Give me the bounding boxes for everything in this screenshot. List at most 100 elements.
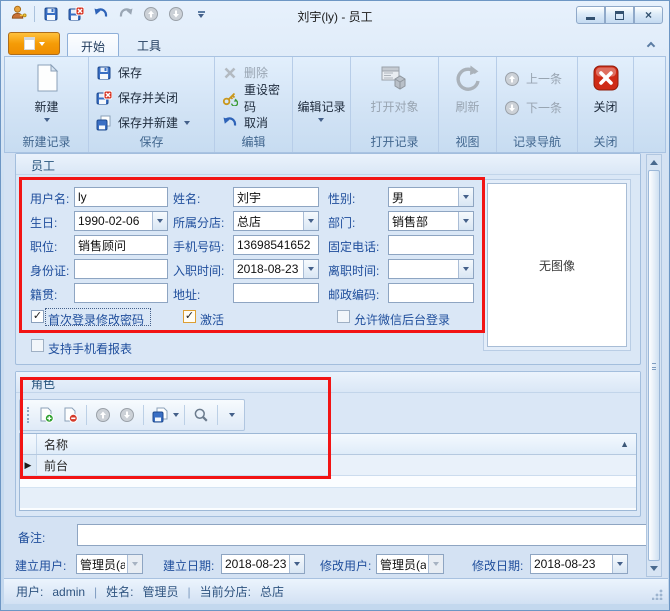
branch-dropdown-button[interactable] (303, 212, 318, 230)
tab-home-label: 开始 (81, 40, 105, 54)
application-menu-button[interactable] (8, 32, 60, 55)
save-close-icon (68, 6, 84, 22)
hiredate-dropdown-button[interactable] (303, 260, 318, 278)
close-button[interactable]: 关闭 (581, 57, 631, 115)
leavedate-combo (388, 259, 474, 279)
qat-customize-button[interactable] (190, 4, 212, 24)
save-and-new-button[interactable]: 保存并新建 (89, 110, 214, 135)
sort-ascending-icon[interactable]: ▲ (620, 439, 629, 449)
reset-password-button[interactable]: 重设密码 (215, 85, 292, 110)
idcard-input[interactable] (75, 260, 167, 278)
qat-next-button[interactable] (165, 4, 187, 24)
modify-date-dropdown-button[interactable] (612, 555, 627, 573)
tab-home[interactable]: 开始 (67, 33, 119, 56)
save-and-close-button[interactable]: 保存并关闭 (89, 85, 214, 110)
close-window-button[interactable]: × (634, 6, 663, 24)
toolbar-overflow-button[interactable] (223, 403, 240, 427)
column-header-name-label: 名称 (44, 436, 68, 453)
role-name-cell[interactable]: 前台 (37, 455, 636, 475)
roles-grid-row[interactable]: ▶ 前台 (20, 455, 636, 476)
address-input[interactable] (234, 284, 318, 302)
hiredate-combo (233, 259, 319, 279)
chevron-down-icon (463, 267, 469, 271)
edit-record-button[interactable]: 编辑记录 (296, 57, 347, 122)
postcode-input[interactable] (389, 284, 473, 302)
row-indicator-header (20, 434, 37, 454)
collapse-ribbon-button[interactable] (643, 37, 659, 51)
telephone-field-wrap (388, 235, 474, 255)
column-header-name[interactable]: 名称 ▲ (37, 434, 636, 454)
username-input[interactable] (75, 188, 167, 206)
toolbar-separator (184, 405, 185, 425)
new-button[interactable]: 新建 (9, 57, 84, 122)
remove-role-button[interactable] (59, 403, 81, 427)
native-place-input[interactable] (75, 284, 167, 302)
group-label-record-nav: 记录导航 (497, 133, 577, 150)
active-checkbox-label[interactable]: 激活 (200, 311, 224, 328)
qat-undo-button[interactable] (90, 4, 112, 24)
scroll-down-button[interactable] (647, 561, 661, 576)
qat-save-button[interactable] (40, 4, 62, 24)
check-icon: ✓ (33, 310, 42, 322)
move-down-button[interactable] (116, 403, 138, 427)
ribbon-group-edit: 删除 重设密码 取消 编辑 (215, 57, 293, 152)
mobile-report-checkbox-label[interactable]: 支持手机看报表 (48, 340, 132, 357)
remark-label: 备注: (18, 529, 45, 546)
leavedate-dropdown-button[interactable] (458, 260, 473, 278)
magnifier-icon (193, 407, 209, 423)
employee-photo-panel[interactable]: 无图像 (487, 183, 627, 347)
chevron-down-icon[interactable] (173, 413, 179, 417)
birthday-dropdown-button[interactable] (152, 212, 167, 230)
qat-previous-button[interactable] (140, 4, 162, 24)
resize-grip[interactable] (652, 589, 663, 600)
toolbar-grip[interactable] (27, 407, 30, 423)
create-user-dropdown-button[interactable] (127, 555, 142, 573)
qat-save-close-button[interactable] (65, 4, 87, 24)
modify-user-dropdown-button[interactable] (428, 555, 443, 573)
telephone-input[interactable] (389, 236, 473, 254)
export-button[interactable] (149, 403, 171, 427)
scroll-up-button[interactable] (647, 155, 661, 170)
roles-grid-header[interactable]: 名称 ▲ (20, 434, 636, 455)
app-button-small[interactable] (7, 4, 29, 24)
tab-tools[interactable]: 工具 (124, 33, 174, 56)
previous-record-button[interactable]: 上一条 (497, 66, 577, 91)
first-login-checkbox[interactable]: ✓ (31, 310, 44, 323)
department-dropdown-button[interactable] (458, 212, 473, 230)
create-date-dropdown-button[interactable] (289, 555, 304, 573)
chevron-down-icon (308, 219, 314, 223)
add-role-button[interactable] (35, 403, 57, 427)
status-separator: | (94, 585, 97, 599)
scrollbar-thumb[interactable] (648, 170, 660, 561)
move-up-button[interactable] (92, 403, 114, 427)
active-checkbox[interactable]: ✓ (183, 310, 196, 323)
refresh-button[interactable]: 刷新 (442, 57, 493, 115)
roles-grid: 名称 ▲ ▶ 前台 (19, 433, 637, 511)
refresh-label: 刷新 (455, 98, 479, 115)
qat-redo-button[interactable] (115, 4, 137, 24)
save-button[interactable]: 保存 (89, 60, 214, 85)
mobile-input[interactable] (234, 236, 318, 254)
search-role-button[interactable] (190, 403, 212, 427)
status-name-label: 姓名: (106, 583, 133, 600)
row-marker-icon: ▶ (25, 460, 32, 471)
open-object-button[interactable]: 打开对象 (355, 57, 433, 115)
maximize-button[interactable] (605, 6, 634, 24)
gender-dropdown-button[interactable] (458, 188, 473, 206)
position-label: 职位: (30, 238, 57, 255)
mobile-report-checkbox[interactable] (31, 339, 44, 352)
group-label-close: 关闭 (578, 133, 633, 150)
name-input[interactable] (234, 188, 318, 206)
remark-input[interactable] (78, 525, 658, 545)
first-login-checkbox-label[interactable]: 首次登录修改密码 (48, 311, 144, 328)
grid-empty-area (20, 476, 636, 487)
wechat-login-checkbox-label[interactable]: 允许微信后台登录 (354, 311, 450, 328)
wechat-login-checkbox[interactable] (337, 310, 350, 323)
next-record-button[interactable]: 下一条 (497, 95, 577, 120)
remark-field-wrap (77, 524, 659, 546)
undo-icon (222, 115, 238, 131)
position-input[interactable] (75, 236, 167, 254)
minimize-button[interactable] (576, 6, 605, 24)
group-label-open-record: 打开记录 (351, 133, 438, 150)
vertical-scrollbar[interactable] (646, 154, 662, 577)
